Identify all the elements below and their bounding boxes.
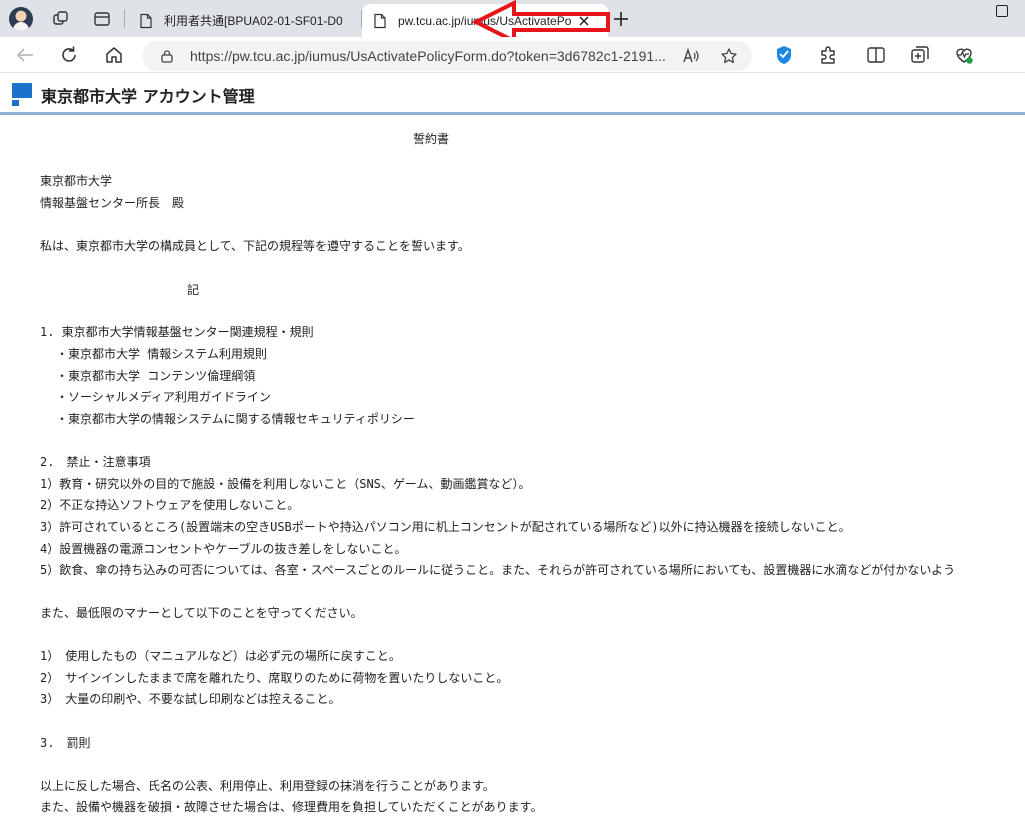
- pledge-document: 誓約書 東京都市大学 情報基盤センター所長 殿 私は、東京都市大学の構成員として…: [0, 118, 1025, 829]
- tab-usactivatepolicy[interactable]: pw.tcu.ac.jp/iumus/UsActivatePo: [362, 4, 608, 37]
- penalty-line: また、設備や機器を破損・故障させた場合は、修理費用を負担していただくことがありま…: [40, 800, 543, 814]
- lock-icon[interactable]: [160, 49, 174, 63]
- profile-avatar[interactable]: [9, 7, 33, 31]
- site-logo-icon: [12, 83, 32, 106]
- section-heading: 2. 禁止・注意事項: [40, 455, 151, 469]
- extensions-puzzle-icon[interactable]: [817, 44, 839, 66]
- prohibition-item: 4）設置機器の電源コンセントやケーブルの抜き差しをしないこと。: [40, 542, 407, 556]
- regulation-item: ・東京都市大学の情報システムに関する情報セキュリティポリシー: [56, 412, 415, 426]
- home-icon[interactable]: [103, 44, 125, 66]
- close-tab-icon[interactable]: [576, 13, 592, 29]
- read-aloud-icon[interactable]: [682, 47, 700, 65]
- manners-item: 3） 大量の印刷や、不要な試し印刷などは控えること。: [40, 692, 341, 706]
- site-header: 東京都市大学 アカウント管理: [0, 73, 1025, 115]
- section-heading: 1. 東京都市大学情報基盤センター関連規程・規則: [40, 325, 314, 339]
- section-heading: 3. 罰則: [40, 736, 91, 750]
- extension-shield-icon[interactable]: [773, 44, 795, 66]
- ki-heading: 記: [187, 283, 200, 297]
- addressee-line: 情報基盤センター所長 殿: [40, 196, 185, 210]
- regulation-item: ・東京都市大学 コンテンツ倫理綱領: [56, 369, 256, 383]
- tab-title: 利用者共通[BPUA02-01-SF01-D0: [164, 14, 343, 28]
- manners-intro: また、最低限のマナーとして以下のことを守ってください。: [40, 606, 363, 620]
- address-bar[interactable]: https://pw.tcu.ac.jp/iumus/UsActivatePol…: [142, 41, 752, 71]
- url-text: https://pw.tcu.ac.jp/iumus/UsActivatePol…: [190, 48, 666, 64]
- favorite-star-icon[interactable]: [720, 47, 738, 65]
- split-screen-icon[interactable]: [865, 44, 887, 66]
- addressee-line: 東京都市大学: [40, 174, 113, 188]
- workspaces-icon[interactable]: [51, 9, 71, 29]
- tab-title: pw.tcu.ac.jp/iumus/UsActivatePo: [398, 13, 572, 28]
- prohibition-item: 5）飲食、傘の持ち込みの可否については、各室・スペースごとのルールに従うこと。ま…: [40, 563, 956, 577]
- collections-icon[interactable]: [909, 44, 931, 66]
- page-title: 東京都市大学 アカウント管理: [41, 87, 255, 106]
- tab-actions-icon[interactable]: [92, 9, 112, 29]
- regulation-item: ・東京都市大学 情報システム利用規則: [56, 347, 267, 361]
- new-tab-icon[interactable]: [612, 10, 630, 28]
- tab-separator: [124, 10, 125, 28]
- page-icon: [374, 13, 386, 28]
- prohibition-item: 1）教育・研究以外の目的で施設・設備を利用しないこと（SNS、ゲーム、動画鑑賞な…: [40, 477, 531, 491]
- page-icon: [140, 13, 152, 28]
- tab-bpua02[interactable]: 利用者共通[BPUA02-01-SF01-D0: [128, 4, 360, 37]
- tab-strip: 利用者共通[BPUA02-01-SF01-D0 pw.tcu.ac.jp/ium…: [0, 0, 1025, 37]
- manners-item: 1） 使用したもの（マニュアルなど）は必ず元の場所に戻すこと。: [40, 649, 401, 663]
- back-arrow-icon[interactable]: [14, 44, 36, 66]
- prohibition-item: 3）許可されているところ(設置端末の空きUSBポートや持込パソコン用に机上コンセ…: [40, 520, 851, 534]
- regulation-item: ・ソーシャルメディア利用ガイドライン: [56, 390, 271, 404]
- prohibition-item: 2）不正な持込ソフトウェアを使用しないこと。: [40, 498, 300, 512]
- document-title: 誓約書: [413, 132, 450, 146]
- penalty-line: 以上に反した場合、氏名の公表、利用停止、利用登録の抹消を行うことがあります。: [40, 779, 495, 793]
- pledge-statement: 私は、東京都市大学の構成員として、下記の規程等を遵守することを誓います。: [40, 239, 470, 253]
- restore-window-icon[interactable]: [996, 5, 1008, 17]
- manners-item: 2） サインインしたままで席を離れたり、席取りのために荷物を置いたりしないこと。: [40, 671, 509, 685]
- browser-toolbar: https://pw.tcu.ac.jp/iumus/UsActivatePol…: [0, 37, 1025, 73]
- browser-essentials-icon[interactable]: [953, 44, 975, 66]
- refresh-icon[interactable]: [58, 44, 80, 66]
